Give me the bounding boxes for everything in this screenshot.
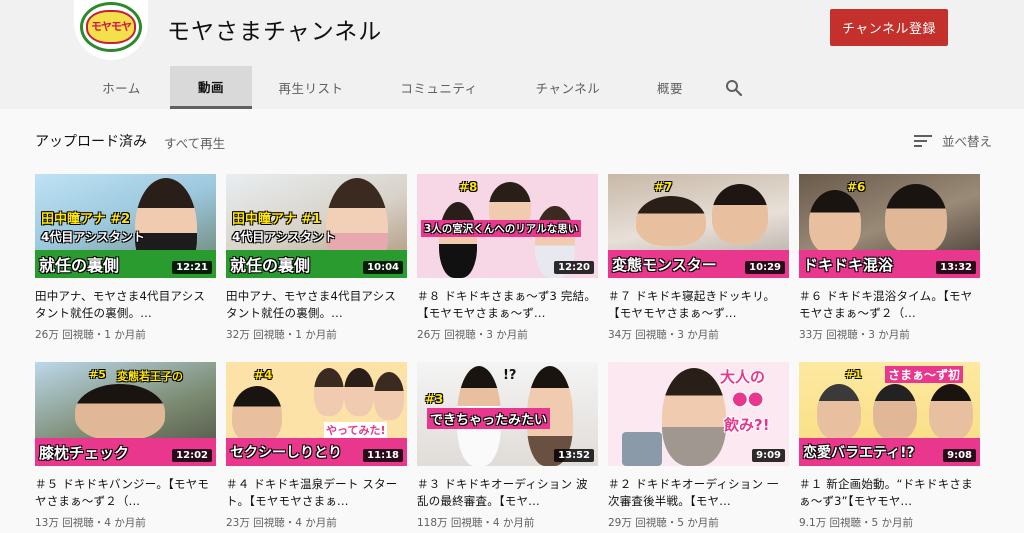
thumbnail-caption: 大人の xyxy=(720,368,766,386)
video-thumbnail[interactable]: #3 できちゃったみたい !? 13:52 xyxy=(417,362,598,466)
thumbnail-caption: 就任の裏側 xyxy=(39,256,120,275)
video-meta: 9.1万 回視聴・5 か月前 xyxy=(799,517,914,529)
play-all-link[interactable]: すべて再生 xyxy=(164,133,225,152)
thumbnail-caption: 膝枕チェック xyxy=(39,444,130,462)
video-title[interactable]: ＃１ 新企画始動。“ドキドキさまぁ～ず3”【モヤモヤ... xyxy=(799,476,980,510)
video-thumbnail[interactable]: #4 セクシーしりとり やってみた! 11:18 xyxy=(226,362,407,466)
video-card[interactable]: 田中瞳アナ #2 4代目アシスタント 就任の裏側 12:21 田中アナ、モヤさま… xyxy=(35,174,216,342)
channel-tabs: ホーム 動画 再生リスト コミュニティ チャンネル 概要 xyxy=(73,66,756,109)
search-icon xyxy=(726,79,743,96)
video-thumbnail[interactable]: 田中瞳アナ #1 4代目アシスタント 就任の裏側 10:04 xyxy=(226,174,407,278)
tab-search[interactable] xyxy=(712,66,756,109)
thumbnail-caption: 変態若王子の xyxy=(117,370,183,383)
video-card[interactable]: #8 3人の宮沢くんへのリアルな思い 12:20 ＃８ ドキドキさまぁ～ず3 完… xyxy=(417,174,598,342)
thumbnail-caption: セクシーしりとり xyxy=(230,445,342,461)
video-meta: 33万 回視聴・3 か月前 xyxy=(799,329,910,341)
thumbnail-caption: さまぁ～ず初 xyxy=(885,366,964,383)
thumbnail-caption: 飲み?! xyxy=(724,416,770,434)
video-card[interactable]: #4 セクシーしりとり やってみた! 11:18 ＃４ ドキドキ温泉デート スタ… xyxy=(226,362,407,530)
thumbnail-caption: 就任の裏側 xyxy=(230,256,311,275)
thumbnail-caption: #3 xyxy=(425,392,444,406)
tab-channels[interactable]: チャンネル xyxy=(508,66,628,109)
tab-videos[interactable]: 動画 xyxy=(170,66,252,109)
video-meta: 29万 回視聴・5 か月前 xyxy=(608,517,719,529)
thumbnail-caption: やってみた! xyxy=(324,422,388,438)
sort-label: 並べ替え xyxy=(942,134,993,149)
video-duration: 12:02 xyxy=(172,449,212,462)
thumbnail-caption: 変態モンスター xyxy=(612,256,717,274)
video-duration: 10:29 xyxy=(745,261,785,274)
video-card[interactable]: #6 ドキドキ混浴 13:32 ＃６ ドキドキ混浴タイム。【モヤモヤさまぁ～ず２… xyxy=(799,174,980,342)
logo-text: モヤモヤ xyxy=(91,20,132,33)
video-thumbnail[interactable]: 変態若王子の 膝枕チェック #5 12:02 xyxy=(35,362,216,466)
channel-avatar[interactable]: モヤモヤ xyxy=(74,0,148,60)
sort-icon xyxy=(914,134,934,148)
video-duration: 12:21 xyxy=(172,261,212,274)
video-duration: 11:18 xyxy=(363,449,403,462)
video-title[interactable]: ＃８ ドキドキさまぁ～ず3 完結。【モヤモヤさまぁ～ず... xyxy=(417,288,598,322)
thumbnail-caption: !? xyxy=(503,368,517,383)
video-title[interactable]: ＃５ ドキドキバンジー。【モヤモヤさまぁ～ず２（... xyxy=(35,476,216,510)
video-duration: 12:20 xyxy=(554,261,594,274)
thumbnail-caption: できちゃったみたい xyxy=(427,408,551,429)
thumbnail-caption: #7 xyxy=(654,180,673,194)
video-thumbnail[interactable]: さまぁ～ず初 恋愛バラエティ!? #1 9:08 xyxy=(799,362,980,466)
channel-header: モヤモヤ モヤさまチャンネル チャンネル登録 ホーム 動画 再生リスト コミュニ… xyxy=(0,0,1024,109)
thumbnail-caption: #8 xyxy=(459,180,478,194)
video-title[interactable]: ＃６ ドキドキ混浴タイム。【モヤモヤさまぁ～ず２（... xyxy=(799,288,980,322)
thumbnail-caption: #4 xyxy=(254,368,273,382)
video-thumbnail[interactable]: #8 3人の宮沢くんへのリアルな思い 12:20 xyxy=(417,174,598,278)
video-card[interactable]: #7 変態モンスター 10:29 ＃７ ドキドキ寝起きドッキリ。【モヤモヤさまぁ… xyxy=(608,174,789,342)
video-title[interactable]: 田中アナ、モヤさま4代目アシスタント就任の裏側。... xyxy=(226,288,407,322)
tab-community[interactable]: コミュニティ xyxy=(370,66,508,109)
thumbnail-caption: 恋愛バラエティ!? xyxy=(803,445,915,461)
thumbnail-caption: 田中瞳アナ #2 xyxy=(41,212,131,227)
subscribe-button[interactable]: チャンネル登録 xyxy=(830,9,948,46)
video-title[interactable]: ＃７ ドキドキ寝起きドッキリ。【モヤモヤさまぁ～ず... xyxy=(608,288,789,322)
video-duration: 13:32 xyxy=(936,261,976,274)
thumbnail-caption: 3人の宮沢くんへのリアルな思い xyxy=(421,220,582,237)
thumbnail-caption: #6 xyxy=(847,180,866,194)
video-thumbnail[interactable]: #7 変態モンスター 10:29 xyxy=(608,174,789,278)
sort-button[interactable]: 並べ替え xyxy=(914,131,992,150)
thumbnail-caption: ●● xyxy=(732,388,764,409)
video-card[interactable]: 変態若王子の 膝枕チェック #5 12:02 ＃５ ドキドキバンジー。【モヤモヤ… xyxy=(35,362,216,530)
thumbnail-caption: #1 xyxy=(845,368,862,381)
video-duration: 9:09 xyxy=(752,449,785,462)
video-meta: 118万 回視聴・4 か月前 xyxy=(417,517,535,529)
section-title: アップロード済み xyxy=(35,134,147,150)
video-meta: 26万 回視聴・1 か月前 xyxy=(35,329,146,341)
video-thumbnail[interactable]: 田中瞳アナ #2 4代目アシスタント 就任の裏側 12:21 xyxy=(35,174,216,278)
video-card[interactable]: 田中瞳アナ #1 4代目アシスタント 就任の裏側 10:04 田中アナ、モヤさま… xyxy=(226,174,407,342)
tab-home[interactable]: ホーム xyxy=(73,66,170,109)
video-meta: 34万 回視聴・3 か月前 xyxy=(608,329,719,341)
thumbnail-caption: 4代目アシスタント xyxy=(232,230,336,244)
video-meta: 23万 回視聴・4 か月前 xyxy=(226,517,337,529)
video-duration: 13:52 xyxy=(554,449,594,462)
video-title[interactable]: ＃４ ドキドキ温泉デート スタート。【モヤモヤさまぁ... xyxy=(226,476,407,510)
video-title[interactable]: ＃３ ドキドキオーディション 波乱の最終審査。【モヤ... xyxy=(417,476,598,510)
video-meta: 32万 回視聴・1 か月前 xyxy=(226,329,337,341)
video-thumbnail[interactable]: #6 ドキドキ混浴 13:32 xyxy=(799,174,980,278)
video-title[interactable]: ＃２ ドキドキオーディション 一次審査後半戦。【モヤ... xyxy=(608,476,789,510)
video-card[interactable]: さまぁ～ず初 恋愛バラエティ!? #1 9:08 ＃１ 新企画始動。“ドキドキさ… xyxy=(799,362,980,530)
thumbnail-caption: #5 xyxy=(89,368,106,381)
video-meta: 13万 回視聴・4 か月前 xyxy=(35,517,146,529)
video-card[interactable]: 大人の ●● 飲み?! 9:09 ＃２ ドキドキオーディション 一次審査後半戦。… xyxy=(608,362,789,530)
video-meta: 26万 回視聴・3 か月前 xyxy=(417,329,528,341)
video-title[interactable]: 田中アナ、モヤさま4代目アシスタント就任の裏側。... xyxy=(35,288,216,322)
tab-about[interactable]: 概要 xyxy=(628,66,712,109)
video-duration: 10:04 xyxy=(363,261,403,274)
channel-name: モヤさまチャンネル xyxy=(167,19,383,45)
video-thumbnail[interactable]: 大人の ●● 飲み?! 9:09 xyxy=(608,362,789,466)
thumbnail-caption: 田中瞳アナ #1 xyxy=(232,212,322,227)
video-card[interactable]: #3 できちゃったみたい !? 13:52 ＃３ ドキドキオーディション 波乱の… xyxy=(417,362,598,530)
tab-playlists[interactable]: 再生リスト xyxy=(252,66,370,109)
video-duration: 9:08 xyxy=(943,449,976,462)
thumbnail-caption: 4代目アシスタント xyxy=(41,230,145,244)
thumbnail-caption: ドキドキ混浴 xyxy=(803,256,894,274)
